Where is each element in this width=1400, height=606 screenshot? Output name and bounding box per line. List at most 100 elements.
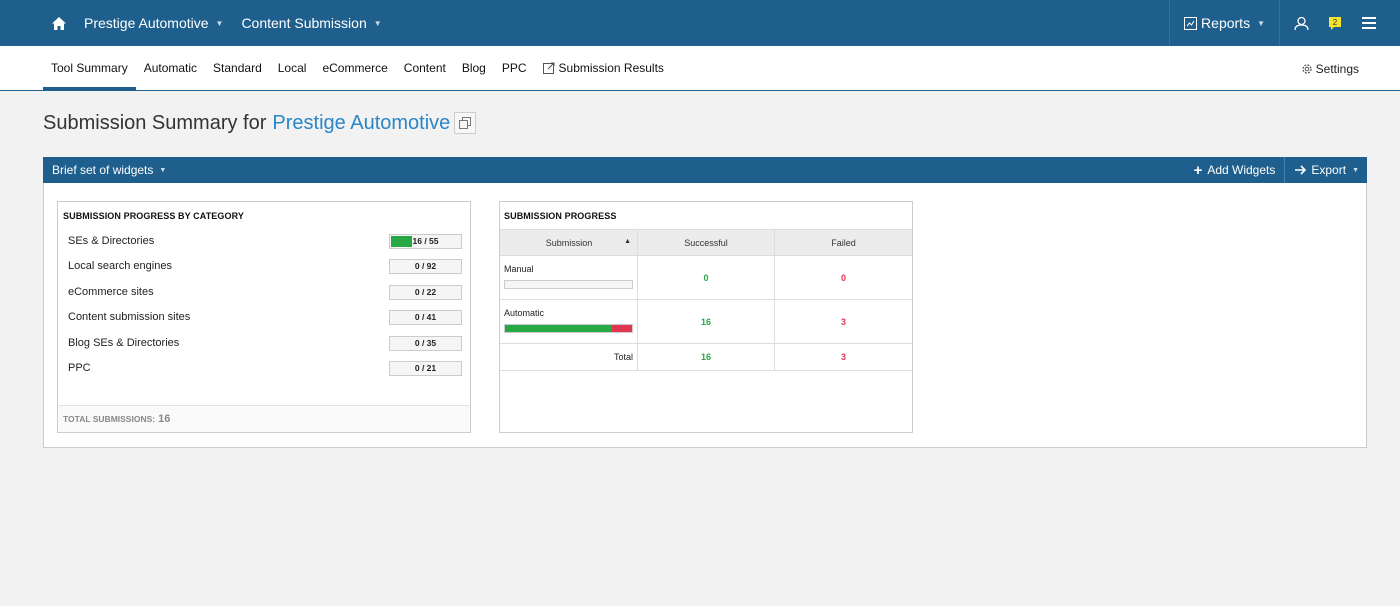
settings-label: Settings (1315, 61, 1359, 76)
category-count: 0 / 21 (414, 362, 437, 373)
category-progress-bar: 16 / 55 (389, 233, 462, 249)
module-name: Content Submission (241, 15, 367, 31)
failed-count: 0 (774, 255, 912, 300)
external-link-icon (542, 62, 555, 74)
category-row: Local search engines 0 / 92 (68, 258, 462, 274)
page-title-prefix: Submission Summary for (43, 111, 267, 134)
successful-count: 0 (637, 255, 775, 300)
tab-label: PPC (501, 61, 527, 75)
category-count: 0 / 41 (414, 311, 437, 322)
column-header-submission[interactable]: Submission ▲ (500, 229, 638, 256)
tab-label: Automatic (143, 61, 198, 75)
project-link[interactable]: Prestige Automotive (272, 112, 450, 135)
tab-automatic[interactable]: Automatic (136, 46, 205, 90)
row-name-cell: Automatic (500, 299, 638, 344)
widget-title: SUBMISSION PROGRESS BY CATEGORY (63, 211, 244, 221)
tab-blog[interactable]: Blog (454, 46, 494, 90)
widget-title: SUBMISSION PROGRESS (504, 211, 617, 221)
chevron-down-icon: ▼ (1257, 18, 1265, 28)
reports-label: Reports (1201, 15, 1251, 31)
table-row: Automatic 16 3 (500, 299, 912, 344)
row-name-cell: Manual (500, 255, 638, 300)
success-fill (505, 325, 612, 332)
widget-set-dropdown[interactable]: Brief set of widgets ▼ (43, 163, 166, 177)
add-widgets-button[interactable]: + Add Widgets (1184, 157, 1286, 183)
settings-button[interactable]: Settings (1301, 46, 1359, 91)
tab-content[interactable]: Content (396, 46, 454, 90)
tab-ecommerce[interactable]: eCommerce (314, 46, 395, 90)
widget-toolbar: Brief set of widgets ▼ + Add Widgets Exp… (43, 157, 1367, 183)
tab-label: Standard (213, 61, 262, 75)
column-header-successful[interactable]: Successful (637, 229, 775, 256)
progress-bar (504, 324, 633, 333)
sort-icon: ▲ (624, 237, 631, 245)
gear-icon (1301, 63, 1313, 75)
page-title: Submission Summary for Prestige Automoti… (43, 109, 1400, 137)
project-dropdown[interactable]: Prestige Automotive ▼ (84, 15, 223, 31)
total-submissions-label: TOTAL SUBMISSIONS: (63, 414, 156, 424)
column-header-failed[interactable]: Failed (774, 229, 912, 256)
tab-standard[interactable]: Standard (205, 46, 270, 90)
category-row: PPC 0 / 21 (68, 360, 462, 376)
category-count: 0 / 92 (414, 260, 437, 271)
chevron-down-icon: ▼ (215, 18, 224, 28)
export-button[interactable]: Export ▼ (1285, 157, 1367, 183)
category-progress-bar: 0 / 92 (389, 258, 462, 274)
home-icon[interactable] (42, 16, 76, 30)
category-count: 16 / 55 (412, 235, 439, 246)
table-row: Manual 0 0 (500, 255, 912, 300)
tab-bar: Tool Summary Automatic Standard Local eC… (0, 46, 1400, 91)
progress-bar (504, 280, 633, 289)
column-label: Failed (831, 237, 856, 248)
tab-submission-results[interactable]: Submission Results (535, 46, 672, 90)
column-label: Submission (545, 237, 593, 248)
copy-icon[interactable] (454, 112, 477, 134)
tab-local[interactable]: Local (270, 46, 315, 90)
category-label: Content submission sites (68, 311, 191, 323)
top-bar: Prestige Automotive ▼ Content Submission… (0, 0, 1400, 46)
notification-icon[interactable]: 2 (1318, 0, 1352, 46)
tab-label: Submission Results (558, 61, 664, 75)
category-row: Content submission sites 0 / 41 (68, 309, 462, 325)
category-label: PPC (68, 362, 91, 374)
user-icon[interactable] (1284, 0, 1318, 46)
category-progress-bar: 0 / 41 (389, 309, 462, 325)
widgets-area: SUBMISSION PROGRESS BY CATEGORY SEs & Di… (43, 183, 1367, 448)
category-progress-bar: 0 / 21 (389, 360, 462, 376)
tab-tool-summary[interactable]: Tool Summary (43, 46, 136, 91)
submission-progress-widget: SUBMISSION PROGRESS Submission ▲ Successf… (499, 201, 913, 433)
tab-label: Local (277, 61, 307, 75)
category-count: 0 / 22 (414, 286, 437, 297)
category-row: Blog SEs & Directories 0 / 35 (68, 335, 462, 351)
arrow-right-icon (1295, 165, 1307, 175)
category-label: SEs & Directories (68, 235, 155, 247)
chevron-down-icon: ▼ (159, 166, 167, 174)
chevron-down-icon: ▼ (373, 18, 382, 28)
report-icon (1184, 16, 1198, 30)
column-label: Successful (684, 237, 728, 248)
category-label: eCommerce sites (68, 286, 154, 298)
tab-ppc[interactable]: PPC (494, 46, 535, 90)
category-label: Blog SEs & Directories (68, 337, 180, 349)
category-label: Local search engines (68, 260, 172, 272)
project-name: Prestige Automotive (84, 15, 209, 31)
menu-icon[interactable] (1352, 0, 1386, 46)
category-progress-bar: 0 / 35 (389, 335, 462, 351)
tab-label: Content (403, 61, 446, 75)
total-successful: 16 (637, 343, 775, 371)
category-progress-widget: SUBMISSION PROGRESS BY CATEGORY SEs & Di… (57, 201, 471, 433)
notification-count: 2 (1333, 18, 1338, 27)
chevron-down-icon: ▼ (1352, 166, 1359, 174)
tab-label: Tool Summary (51, 61, 128, 75)
total-submissions: TOTAL SUBMISSIONS: 16 (58, 405, 470, 432)
category-row: SEs & Directories 16 / 55 (68, 233, 462, 249)
total-label: Total (500, 343, 638, 371)
widget-set-label: Brief set of widgets (52, 163, 154, 177)
failed-fill (611, 325, 632, 332)
tab-label: eCommerce (322, 61, 388, 75)
export-label: Export (1311, 163, 1347, 177)
module-dropdown[interactable]: Content Submission ▼ (241, 15, 381, 31)
failed-count: 3 (774, 299, 912, 344)
submission-progress-table: Submission ▲ Successful Failed Manual 0 (500, 229, 912, 371)
reports-button[interactable]: Reports ▼ (1169, 0, 1280, 46)
